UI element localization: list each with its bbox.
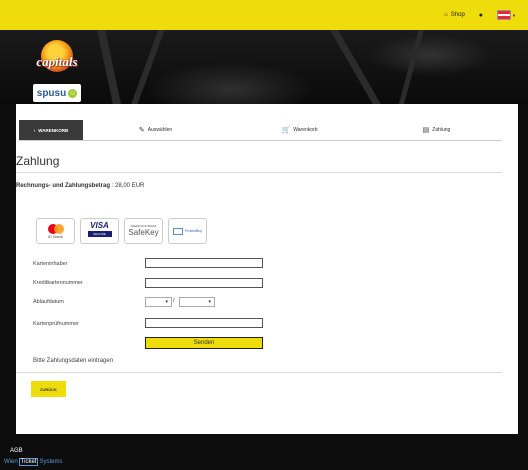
divider <box>16 372 502 373</box>
mastercard-icon <box>47 223 64 234</box>
home-icon: ⌂ <box>444 12 448 18</box>
shop-link[interactable]: ⌂ Shop <box>444 12 465 18</box>
chevron-down-icon: ▾ <box>208 299 211 305</box>
expiry-label: Ablaufdatum <box>33 299 64 305</box>
brand-ticket: Ticket <box>18 458 39 466</box>
holder-label: Karteninhaber <box>33 261 68 267</box>
agb-link[interactable]: AGB <box>10 448 23 454</box>
divider <box>16 172 502 173</box>
security-badges: ID Check VISA SECURE AMERICAN EXPRESS Sa… <box>36 218 207 244</box>
step-back-label: WARENKORB <box>38 127 69 133</box>
safekey-text: SafeKey <box>128 228 159 237</box>
amount-line: Rechnungs- und Zahlungsbetrag : 28,00 EU… <box>16 183 144 189</box>
send-button[interactable]: Senden <box>145 337 263 349</box>
amount-label: Rechnungs- und Zahlungsbetrag <box>16 183 110 189</box>
cvc-input[interactable] <box>145 318 263 328</box>
capitals-logo[interactable]: capitals <box>32 40 82 80</box>
top-navigation: ⌂ Shop ● ▼ <box>444 0 516 30</box>
smile-icon: ☺ <box>68 88 78 98</box>
card-number-input[interactable] <box>145 278 263 288</box>
brand-systems: Systems <box>39 459 63 465</box>
language-selector[interactable]: ▼ <box>497 10 516 20</box>
chevron-down-icon: ▾ <box>165 299 168 305</box>
austria-flag-icon <box>497 10 512 20</box>
step-auswaehlen[interactable]: ✎ Auswählen <box>83 120 228 140</box>
card-number-label: Kreditkartennummer <box>33 280 83 286</box>
back-button[interactable]: ZURÜCK <box>31 381 66 397</box>
protectbuy-icon <box>172 227 183 235</box>
visa-badge: VISA SECURE <box>80 218 119 244</box>
holder-input[interactable] <box>145 258 263 268</box>
pencil-icon: ✎ <box>138 127 145 134</box>
protectbuy-badge: ProtectBuy <box>168 218 207 244</box>
safekey-badge: AMERICAN EXPRESS SafeKey <box>124 218 163 244</box>
hockey-stick-graphic <box>330 30 387 104</box>
step-zahlung: ▤ Zahlung <box>371 120 502 140</box>
hockey-stick-graphic <box>95 30 126 104</box>
checkout-steps: ‹ WARENKORB ✎ Auswählen 🛒 Warenkorb ▤ Za… <box>19 120 502 141</box>
expiry-year-select[interactable]: ▾ <box>179 297 215 307</box>
step-back-button[interactable]: ‹ WARENKORB <box>19 120 83 140</box>
hockey-stick-graphic <box>125 30 166 104</box>
chevron-down-icon: ▼ <box>512 12 516 18</box>
top-bar: ⌂ Shop ● ▼ <box>0 0 528 30</box>
protectbuy-text: ProtectBuy <box>184 229 203 233</box>
mastercard-badge: ID Check <box>36 218 75 244</box>
wien-ticket-logo[interactable]: Wien Ticket Systems <box>4 458 62 466</box>
chevron-left-icon: ‹ <box>33 127 36 133</box>
expiry-separator: / <box>173 298 175 304</box>
sponsor-logo: spusu ☺ <box>33 84 81 102</box>
cart-icon: 🛒 <box>281 127 291 134</box>
step-label: Zahlung <box>432 127 451 133</box>
amount-value: : 28,00 EUR <box>111 183 145 189</box>
form-hint: Bitte Zahlungsdaten eintragen <box>33 358 114 364</box>
visa-icon: VISA SECURE <box>85 221 115 241</box>
cvc-label: Kartenprüfnummer <box>33 321 79 327</box>
visa-text: VISA <box>90 221 109 230</box>
mastercard-caption: ID Check <box>48 234 63 239</box>
shop-label: Shop <box>450 12 465 18</box>
user-icon[interactable]: ● <box>479 12 483 19</box>
visa-secure-text: SECURE <box>87 231 112 237</box>
step-warenkorb[interactable]: 🛒 Warenkorb <box>228 120 371 140</box>
expiry-month-select[interactable]: ▾ <box>145 297 172 307</box>
sponsor-text: spusu <box>36 87 67 99</box>
step-label: Warenkorb <box>293 127 318 133</box>
hockey-stick-graphic <box>391 30 425 104</box>
page-title: Zahlung <box>16 154 60 168</box>
main-panel: ‹ WARENKORB ✎ Auswählen 🛒 Warenkorb ▤ Za… <box>16 104 518 434</box>
logo-text: capitals <box>36 54 78 69</box>
step-label: Auswählen <box>147 127 173 133</box>
card-icon: ▤ <box>422 127 430 134</box>
brand-wien: Wien <box>4 459 18 465</box>
